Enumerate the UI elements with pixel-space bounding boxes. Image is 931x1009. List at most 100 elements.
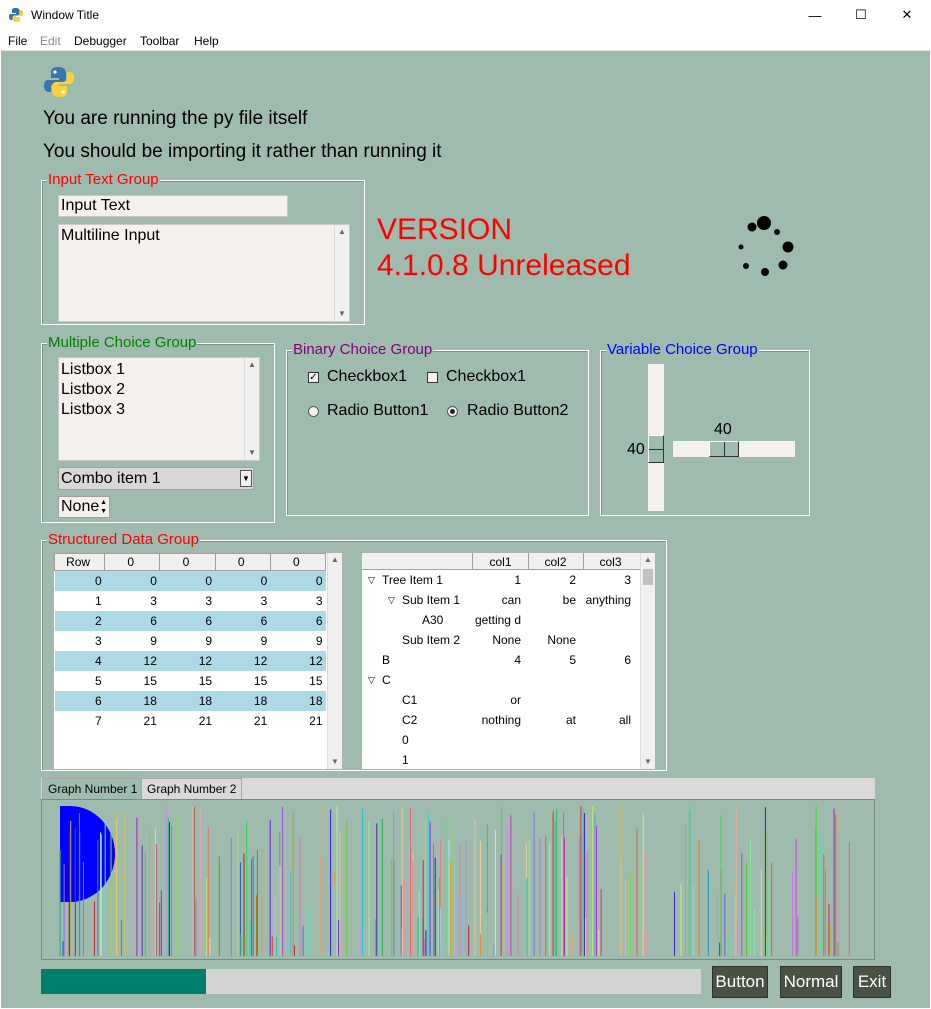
table-row[interactable]: 39999 bbox=[54, 630, 326, 651]
listbox[interactable]: Listbox 1 Listbox 2 Listbox 3 ▲ ▼ bbox=[58, 357, 260, 461]
table-header-cell[interactable]: Row bbox=[54, 553, 106, 571]
scrollbar-thumb[interactable] bbox=[643, 569, 653, 585]
maximize-button[interactable]: ☐ bbox=[838, 0, 884, 30]
spin-arrows-icon[interactable]: ▲ ▼ bbox=[100, 498, 107, 516]
tree-view[interactable]: col1 col2 col3 ▽ Tree Item 1 1 2 3 ▽ Sub Item … bbox=[361, 552, 656, 770]
tab-page-graph-1 bbox=[41, 799, 875, 960]
data-table[interactable]: Row 0 0 0 0 0 0 0 0 0 1 3 3 3 3 2 6 6 6 6 3 9 9 9 9 4 12 12 12 12 5 15… bbox=[53, 552, 343, 770]
horizontal-slider[interactable] bbox=[673, 441, 795, 457]
table-header-cell[interactable]: 0 bbox=[159, 553, 216, 571]
tree-row[interactable]: ▽ Sub Item 1 can be anything bbox=[362, 590, 637, 610]
tree-row[interactable]: C2 nothing at all bbox=[362, 710, 637, 730]
table-row[interactable]: 5 15 15 15 15 bbox=[54, 670, 326, 691]
tree-cell: or bbox=[510, 693, 521, 707]
tree-header-cell[interactable]: col3 bbox=[583, 555, 638, 569]
checkbox1[interactable]: ✓ bbox=[308, 372, 319, 383]
table-row[interactable]: 4 12 12 12 12 bbox=[54, 650, 326, 671]
dropdown-arrow-icon[interactable]: ▼ bbox=[240, 470, 252, 487]
group-title: Multiple Choice Group bbox=[47, 334, 198, 352]
tree-row[interactable]: A30 getting d bbox=[362, 610, 637, 630]
tree-header-cell[interactable]: col1 bbox=[473, 555, 528, 569]
radio-button2[interactable] bbox=[447, 406, 458, 417]
table-row[interactable]: 7 21 21 21 21 bbox=[54, 710, 326, 731]
expand-chevron-icon[interactable]: ▽ bbox=[388, 595, 395, 606]
checkbox2-label[interactable]: Checkbox1 bbox=[446, 368, 526, 386]
expand-chevron-icon[interactable]: ▽ bbox=[368, 675, 375, 686]
table-row[interactable]: 6 18 18 18 18 bbox=[54, 690, 326, 711]
scroll-down-icon[interactable]: ▼ bbox=[328, 755, 342, 769]
menu-edit[interactable]: Edit bbox=[40, 34, 61, 48]
scroll-up-icon[interactable]: ▲ bbox=[328, 553, 342, 567]
listbox-scrollbar[interactable]: ▲ ▼ bbox=[244, 358, 259, 460]
button[interactable]: Button bbox=[712, 966, 768, 998]
scroll-up-icon[interactable]: ▲ bbox=[245, 358, 259, 372]
table-row[interactable]: 26666 bbox=[54, 610, 326, 631]
tab-graph-1[interactable]: Graph Number 1 bbox=[42, 778, 144, 800]
combo-box[interactable]: Combo item 1 ▼ bbox=[58, 467, 254, 490]
multiline-input[interactable]: Multiline Input ▲ ▼ bbox=[58, 224, 350, 322]
exit-button[interactable]: Exit bbox=[853, 966, 891, 998]
radio-button1[interactable] bbox=[308, 406, 319, 417]
tree-row[interactable]: Sub Item 2 None None bbox=[362, 630, 637, 650]
scroll-up-icon[interactable]: ▲ bbox=[641, 553, 655, 567]
checkbox1-label[interactable]: Checkbox1 bbox=[327, 368, 407, 386]
table-row[interactable]: 13333 bbox=[54, 590, 326, 611]
multiline-value: Multiline Input bbox=[61, 227, 160, 244]
table-row[interactable]: 00000 bbox=[54, 570, 326, 591]
vertical-slider[interactable] bbox=[648, 364, 664, 511]
tree-item-label: 1 bbox=[402, 753, 409, 767]
vertical-slider-thumb[interactable] bbox=[648, 435, 664, 463]
horizontal-slider-thumb[interactable] bbox=[709, 441, 739, 457]
tree-cell: 4 bbox=[514, 653, 521, 667]
minimize-button[interactable]: — bbox=[792, 0, 838, 30]
table-cell: 3 bbox=[54, 630, 105, 651]
radio-button1-label[interactable]: Radio Button1 bbox=[327, 402, 428, 420]
scroll-down-icon[interactable]: ▼ bbox=[641, 755, 655, 769]
tab-graph-2[interactable]: Graph Number 2 bbox=[141, 778, 243, 799]
expand-chevron-icon[interactable]: ▽ bbox=[368, 575, 375, 586]
scroll-down-icon[interactable]: ▼ bbox=[335, 307, 349, 321]
listbox-item[interactable]: Listbox 3 bbox=[61, 400, 259, 420]
normal-button[interactable]: Normal bbox=[780, 966, 842, 998]
multiline-scrollbar[interactable]: ▲ ▼ bbox=[334, 225, 349, 321]
table-body: 0 0 0 0 0 1 3 3 3 3 2 6 6 6 6 3 9 9 9 9 4 12 12 12 12 5 15 15 15 15 6 1… bbox=[54, 570, 326, 731]
scroll-down-icon[interactable]: ▼ bbox=[245, 446, 259, 460]
menu-debugger[interactable]: Debugger bbox=[74, 34, 127, 48]
listbox-item[interactable]: Listbox 2 bbox=[61, 380, 259, 400]
tree-header-cell[interactable] bbox=[362, 553, 473, 570]
spin-box[interactable]: None ▲ ▼ bbox=[58, 496, 110, 518]
table-cell: 9 bbox=[270, 630, 326, 651]
scroll-up-icon[interactable]: ▲ bbox=[335, 225, 349, 239]
tree-header-cell[interactable]: col2 bbox=[528, 555, 583, 569]
tree-row[interactable]: 1 bbox=[362, 750, 637, 769]
tree-item-label: Sub Item 1 bbox=[402, 593, 461, 607]
tree-row[interactable]: ▽ Tree Item 1 1 2 3 bbox=[362, 570, 637, 590]
radio-button2-label[interactable]: Radio Button2 bbox=[467, 402, 568, 420]
graph-canvas[interactable] bbox=[58, 804, 858, 956]
table-header-cell[interactable]: 0 bbox=[214, 553, 271, 571]
listbox-item[interactable]: Listbox 1 bbox=[61, 360, 259, 380]
combo-value: Combo item 1 bbox=[61, 470, 161, 487]
tree-item-label: C1 bbox=[402, 693, 418, 707]
table-scrollbar[interactable]: ▲ ▼ bbox=[327, 553, 342, 769]
tree-row[interactable]: C1 or bbox=[362, 690, 637, 710]
menu-help[interactable]: Help bbox=[194, 34, 219, 48]
tree-row[interactable]: ▽ C bbox=[362, 670, 637, 690]
close-button[interactable]: ✕ bbox=[884, 0, 930, 30]
checkbox2[interactable] bbox=[427, 372, 438, 383]
table-cell: 2 bbox=[54, 610, 105, 631]
tree-item-label: 0 bbox=[402, 733, 409, 747]
progress-bar-fill bbox=[41, 969, 206, 994]
table-header-cell[interactable]: 0 bbox=[104, 553, 161, 571]
table-cell: 15 bbox=[104, 670, 160, 691]
group-title: Variable Choice Group bbox=[606, 341, 759, 359]
tree-row[interactable]: 0 bbox=[362, 730, 637, 750]
table-header-cell[interactable]: 0 bbox=[269, 553, 327, 571]
tree-row[interactable]: B 4 5 6 bbox=[362, 650, 637, 670]
menu-file[interactable]: File bbox=[8, 34, 27, 48]
tree-scrollbar[interactable]: ▲ ▼ bbox=[640, 553, 655, 769]
text-input[interactable]: Input Text bbox=[58, 195, 288, 217]
menu-toolbar[interactable]: Toolbar bbox=[140, 34, 179, 48]
table-cell: 12 bbox=[159, 650, 216, 671]
table-cell: 5 bbox=[54, 670, 105, 691]
